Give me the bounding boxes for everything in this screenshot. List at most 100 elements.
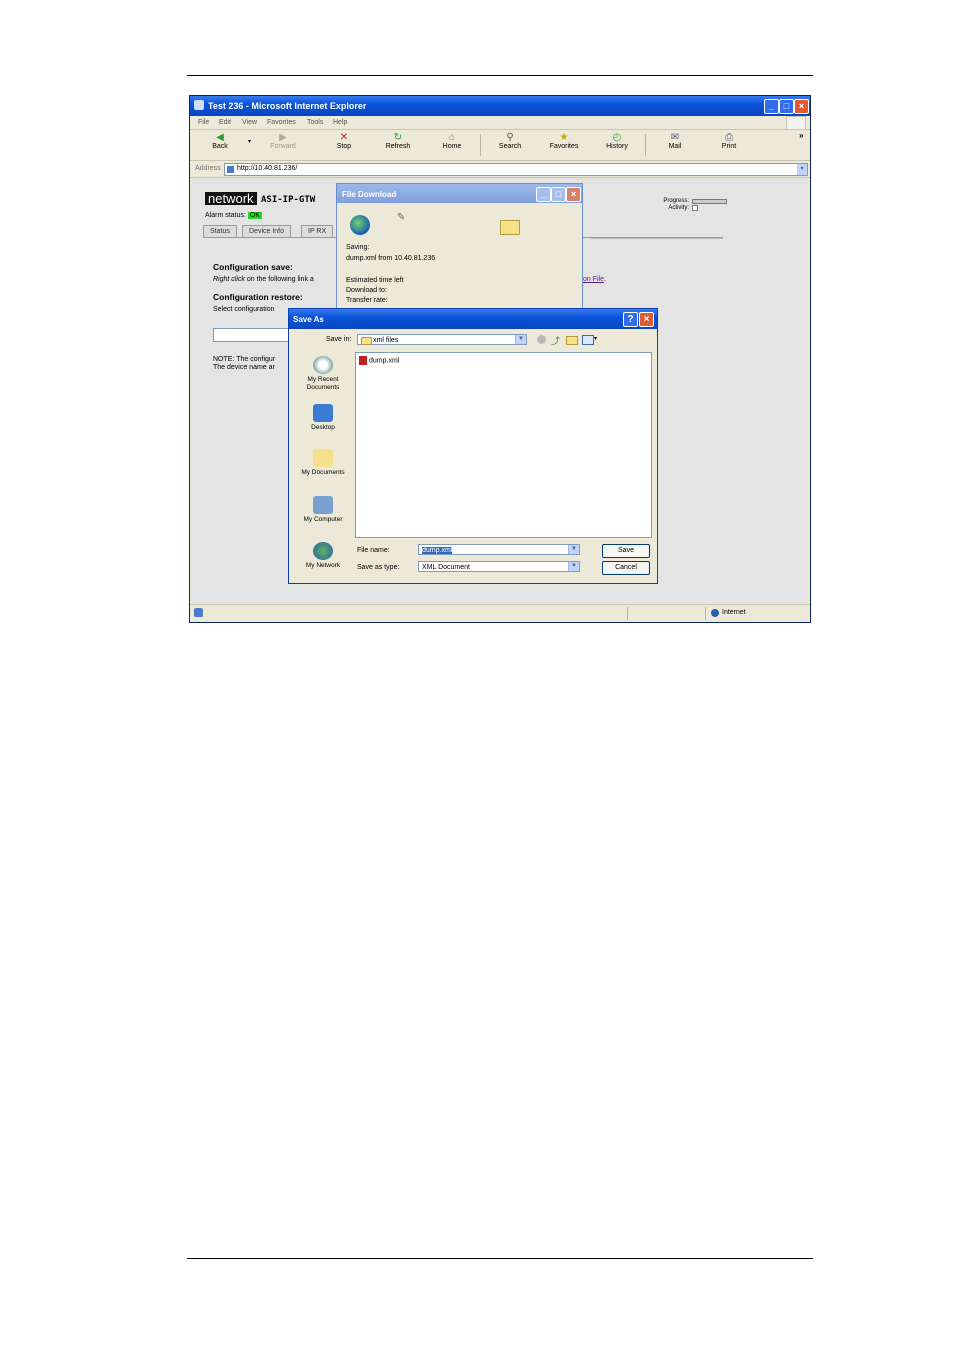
ie-app-icon [194, 100, 204, 110]
stop-label: Stop [336, 143, 352, 150]
back-folder-icon[interactable] [537, 335, 546, 344]
folder-icon [500, 220, 520, 235]
menu-favorites[interactable]: Favorites [267, 119, 296, 126]
history-icon: ◴ [612, 132, 622, 143]
view-menu-dropdown-icon[interactable]: ▾ [594, 335, 597, 342]
place-desktop[interactable]: Desktop [295, 404, 351, 432]
menu-tools[interactable]: Tools [307, 119, 323, 126]
file-download-title-bar[interactable]: File Download _ □ × [337, 184, 582, 203]
file-name-label: File name: [357, 547, 390, 554]
config-file-link[interactable]: on File. [583, 276, 606, 283]
search-button[interactable]: ⚲ Search [487, 132, 533, 150]
save-in-value: xml files [373, 337, 399, 344]
refresh-label: Refresh [385, 143, 411, 150]
toolbar-overflow-chevron[interactable]: » [799, 131, 803, 140]
home-icon: ⌂ [448, 132, 456, 143]
print-button[interactable]: ⎙ Print [706, 132, 752, 150]
search-icon: ⚲ [506, 132, 514, 143]
up-folder-icon[interactable]: ⤴ [551, 334, 560, 347]
history-button[interactable]: ◴ History [594, 132, 640, 150]
close-icon[interactable]: × [794, 99, 809, 114]
save-in-select[interactable]: xml files ▼ [357, 334, 527, 345]
home-label: Home [442, 143, 462, 150]
config-restore-text: Select configuration [213, 306, 275, 313]
back-button[interactable]: ◀ Back [197, 132, 243, 150]
activity-label: Activity: [668, 205, 689, 211]
desktop-icon [313, 404, 333, 422]
place-my-computer[interactable]: My Computer [295, 496, 351, 524]
windows-logo-icon [786, 116, 806, 130]
list-item[interactable]: dump.xml [359, 356, 399, 365]
my-documents-icon [313, 449, 333, 467]
config-save-heading: Configuration save: [213, 262, 293, 272]
cancel-button[interactable]: Cancel [602, 561, 650, 575]
help-icon[interactable]: ? [623, 312, 638, 327]
printer-icon: ⎙ [725, 132, 733, 143]
tab-status[interactable]: Status [203, 225, 237, 237]
address-url: http://10.40.81.236/ [237, 165, 298, 172]
minimize-icon[interactable]: _ [764, 99, 779, 114]
forward-button[interactable]: ▶ Forward [260, 132, 306, 150]
minimize-icon[interactable]: _ [536, 187, 551, 202]
progress-bar [692, 199, 727, 204]
file-name-value: dump.xml [422, 547, 453, 554]
place-label: My Computer [303, 516, 343, 523]
toolbar-separator [480, 134, 481, 156]
menu-view[interactable]: View [242, 119, 257, 126]
save-in-label: Save in: [326, 336, 352, 343]
back-dropdown-icon[interactable]: ▾ [248, 138, 251, 145]
place-label: My Recent Documents [306, 376, 340, 391]
menu-file[interactable]: File [198, 119, 209, 126]
maximize-icon[interactable]: □ [779, 99, 794, 114]
page-bottom-rule [187, 1258, 813, 1259]
alarm-ok-badge: OK [247, 212, 262, 219]
favorites-button[interactable]: ★ Favorites [541, 132, 587, 150]
address-input[interactable]: http://10.40.81.236/ ▾ [224, 163, 808, 176]
menu-help[interactable]: Help [333, 119, 347, 126]
tab-ip-rx[interactable]: IP RX [301, 225, 334, 237]
download-to-label: Download to: [346, 287, 387, 294]
new-folder-icon[interactable] [566, 336, 578, 345]
close-icon[interactable]: × [639, 312, 654, 327]
file-download-title: File Download [342, 190, 397, 199]
tab-device-info[interactable]: Device Info [242, 225, 292, 237]
maximize-icon[interactable]: □ [551, 187, 566, 202]
place-my-recent-documents[interactable]: My Recent Documents [295, 356, 351, 392]
favorites-star-icon: ★ [559, 132, 569, 143]
view-menu-icon[interactable] [582, 335, 594, 345]
refresh-icon: ↻ [393, 132, 403, 143]
save-as-type-select[interactable]: XML Document ▼ [418, 561, 580, 572]
config-restore-heading: Configuration restore: [213, 292, 303, 302]
home-button[interactable]: ⌂ Home [429, 132, 475, 150]
save-as-dialog: Save As ? × Save in: xml files ▼ ⤴ ▾ My … [288, 308, 658, 584]
place-my-network[interactable]: My Network [295, 542, 351, 570]
page-status-icon [194, 608, 203, 617]
mail-button[interactable]: ✉ Mail [652, 132, 698, 150]
address-label: Address [195, 165, 221, 172]
save-as-title: Save As [293, 315, 324, 324]
network-logo: network [205, 192, 257, 205]
file-list[interactable]: dump.xml [355, 352, 652, 538]
config-file-input[interactable] [213, 328, 295, 342]
right-click-text: Right click [213, 276, 245, 283]
note-line-1: NOTE: The configur [213, 356, 276, 363]
place-label: My Documents [301, 469, 345, 476]
file-name: dump.xml [369, 357, 400, 365]
history-label: History [606, 143, 628, 150]
close-icon[interactable]: × [566, 187, 581, 202]
internet-zone-icon [711, 609, 719, 617]
ie-title-bar[interactable]: Test 236 - Microsoft Internet Explorer _… [190, 96, 810, 116]
saving-value: dump.xml from 10.40.81.236 [346, 255, 436, 262]
status-bar: Internet [190, 604, 810, 622]
menu-edit[interactable]: Edit [219, 119, 231, 126]
save-as-type-value: XML Document [422, 564, 470, 571]
chevron-down-icon[interactable]: ▼ [568, 545, 579, 554]
save-as-title-bar[interactable]: Save As ? × [289, 309, 657, 329]
stop-button[interactable]: ✕ Stop [321, 132, 367, 150]
refresh-button[interactable]: ↻ Refresh [375, 132, 421, 150]
place-my-documents[interactable]: My Documents [295, 449, 351, 477]
save-button[interactable]: Save [602, 544, 650, 558]
address-dropdown-icon[interactable]: ▾ [797, 164, 807, 175]
file-name-input[interactable]: dump.xml ▼ [418, 544, 580, 555]
internet-zone-label: Internet [722, 609, 746, 616]
